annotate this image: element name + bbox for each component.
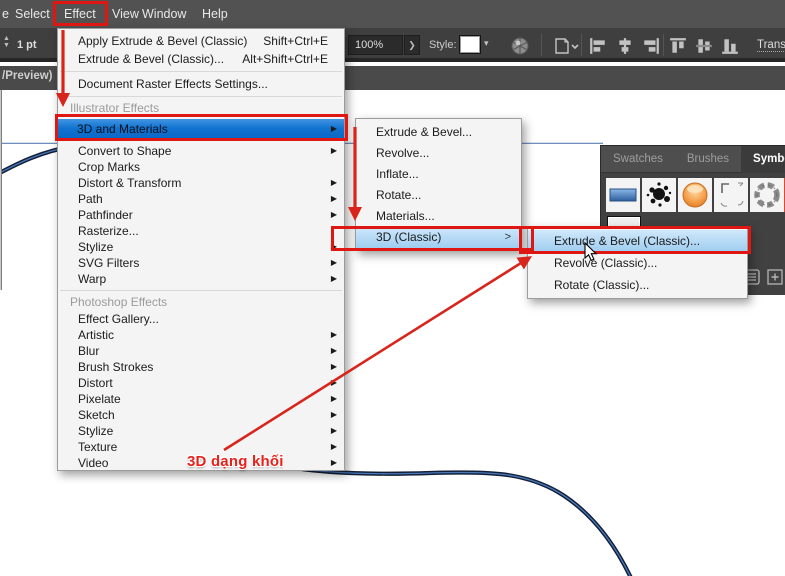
blue-gradient-bar-symbol[interactable] (606, 178, 640, 212)
menu-separator (60, 96, 342, 97)
section-header-illustrator-effects: Illustrator Effects (58, 100, 344, 117)
submenu-arrow-icon: ▶ (331, 239, 337, 255)
submenu-item-revolve-classic[interactable]: Revolve (Classic)... (528, 252, 747, 274)
menu-item-stylize-photoshop[interactable]: Stylize ▶ (58, 423, 344, 439)
menu-item-distort-transform[interactable]: Distort & Transform ▶ (58, 175, 344, 191)
menubar-item-effect[interactable]: Effect (64, 0, 96, 28)
menu-item-pixelate[interactable]: Pixelate ▶ (58, 391, 344, 407)
submenu-arrow-icon: ▶ (331, 391, 337, 407)
menubar-item-view[interactable]: View (112, 0, 139, 28)
submenu-arrow-icon: ▶ (331, 439, 337, 455)
color-wheel-icon[interactable] (511, 37, 529, 55)
menu-item-document-raster-effects[interactable]: Document Raster Effects Settings... (58, 75, 344, 93)
submenu-arrow-icon: ▶ (331, 359, 337, 375)
align-center-h-icon[interactable] (616, 37, 634, 55)
style-chevron-icon[interactable]: ▾ (484, 38, 489, 49)
submenu-arrow-icon: ▶ (331, 455, 337, 471)
menu-item-extrude-bevel-classic[interactable]: Extrude & Bevel (Classic)... Alt+Shift+C… (58, 50, 344, 68)
submenu-item-materials[interactable]: Materials... (356, 206, 521, 227)
submenu-arrow-icon: ▶ (331, 119, 337, 139)
new-symbol-icon[interactable] (767, 269, 783, 285)
submenu-arrow-icon: ▶ (331, 143, 337, 159)
shortcut: Shift+Ctrl+E (263, 32, 328, 50)
submenu-item-rotate[interactable]: Rotate... (356, 185, 521, 206)
align-left-icon[interactable] (589, 37, 607, 55)
submenu-arrow-icon: ▶ (331, 191, 337, 207)
left-edge-strip (0, 90, 2, 290)
submenu-arrow-icon: ▶ (331, 175, 337, 191)
menu-item-pathfinder[interactable]: Pathfinder ▶ (58, 207, 344, 223)
stroke-stepper[interactable]: ▲▼ (3, 35, 10, 49)
align-top-icon[interactable] (669, 37, 687, 55)
section-header-photoshop-effects: Photoshop Effects (58, 294, 344, 311)
zoom-level-field[interactable]: 100% (348, 35, 403, 55)
toolbar-separator (581, 34, 582, 56)
submenu-item-rotate-classic[interactable]: Rotate (Classic)... (528, 274, 747, 296)
menubar-item-help[interactable]: Help (202, 0, 228, 28)
toolbar-separator (541, 34, 542, 56)
shortcut: Alt+Shift+Ctrl+E (242, 50, 328, 68)
align-right-icon[interactable] (642, 37, 660, 55)
menu-item-warp[interactable]: Warp ▶ (58, 271, 344, 287)
menu-item-apply-extrude-bevel[interactable]: Apply Extrude & Bevel (Classic) Shift+Ct… (58, 32, 344, 50)
menu-item-distort[interactable]: Distort ▶ (58, 375, 344, 391)
submenu-item-inflate[interactable]: Inflate... (356, 164, 521, 185)
transform-link[interactable]: Trans (757, 39, 785, 52)
submenu-item-revolve[interactable]: Revolve... (356, 143, 521, 164)
menubar-item-window[interactable]: Window (142, 0, 186, 28)
menu-item-convert-to-shape[interactable]: Convert to Shape ▶ (58, 143, 344, 159)
menubar-item-partial[interactable]: e (2, 0, 9, 28)
submenu-arrow-icon: ▶ (331, 327, 337, 343)
dot-ring-symbol[interactable] (750, 178, 784, 212)
submenu-arrow-icon: ▶ (331, 407, 337, 423)
effect-menu: Apply Extrude & Bevel (Classic) Shift+Ct… (57, 28, 345, 471)
tab-symbols[interactable]: Symbols (741, 146, 785, 173)
menu-item-svg-filters[interactable]: SVG Filters ▶ (58, 255, 344, 271)
orange-orb-symbol[interactable] (678, 178, 712, 212)
menu-item-3d-and-materials[interactable]: 3D and Materials ▶ (58, 119, 344, 143)
annotation-callout-label: 3D dạng khối (187, 453, 284, 470)
submenu-item-3d-classic[interactable]: 3D (Classic) > (356, 227, 521, 248)
document-setup-icon[interactable] (553, 37, 579, 55)
toolbar-separator (663, 34, 664, 56)
submenu-item-extrude-bevel[interactable]: Extrude & Bevel... (356, 122, 521, 143)
menu-item-brush-strokes[interactable]: Brush Strokes ▶ (58, 359, 344, 375)
submenu-item-extrude-bevel-classic[interactable]: Extrude & Bevel (Classic)... (528, 230, 747, 252)
menubar-item-select[interactable]: Select (15, 0, 50, 28)
curve-bottom-segment (283, 466, 632, 576)
submenu-arrow-icon: ▶ (331, 207, 337, 223)
menu-item-artistic[interactable]: Artistic ▶ (58, 327, 344, 343)
style-label: Style: (429, 39, 457, 51)
menu-item-rasterize[interactable]: Rasterize... (58, 223, 344, 239)
menu-item-effect-gallery[interactable]: Effect Gallery... (58, 311, 344, 327)
menu-item-blur[interactable]: Blur ▶ (58, 343, 344, 359)
submenu-arrow-icon: ▶ (331, 271, 337, 287)
menu-item-crop-marks[interactable]: Crop Marks (58, 159, 344, 175)
align-middle-v-icon[interactable] (695, 37, 713, 55)
menubar: e Select Effect View Window Help (0, 0, 785, 28)
submenu-arrow-icon: ▶ (331, 343, 337, 359)
panel-tab-bar: Swatches Brushes Symbols (601, 146, 785, 173)
align-bottom-icon[interactable] (721, 37, 739, 55)
submenu-arrow-icon: ▶ (331, 375, 337, 391)
submenu-arrow-icon: ▶ (331, 255, 337, 271)
document-tab-title[interactable]: /Preview) (2, 70, 53, 82)
style-swatch[interactable] (459, 35, 481, 54)
submenu-3d-and-materials: Extrude & Bevel... Revolve... Inflate...… (355, 118, 522, 251)
ink-splat-symbol[interactable] (642, 178, 676, 212)
submenu-arrow-icon: ▶ (331, 423, 337, 439)
submenu-arrow-icon: > (505, 227, 511, 248)
menu-separator (60, 71, 342, 72)
tab-brushes[interactable]: Brushes (675, 146, 741, 173)
corner-marks-symbol[interactable] (714, 178, 748, 212)
menu-separator (60, 290, 342, 291)
submenu-3d-classic: Extrude & Bevel (Classic)... Revolve (Cl… (527, 226, 748, 299)
menu-item-sketch[interactable]: Sketch ▶ (58, 407, 344, 423)
zoom-expand-button[interactable]: ❯ (404, 35, 420, 55)
menu-item-stylize-illustrator[interactable]: Stylize ▶ (58, 239, 344, 255)
tab-swatches[interactable]: Swatches (601, 146, 675, 173)
stroke-weight-value[interactable]: 1 pt (17, 39, 37, 51)
menu-item-path[interactable]: Path ▶ (58, 191, 344, 207)
